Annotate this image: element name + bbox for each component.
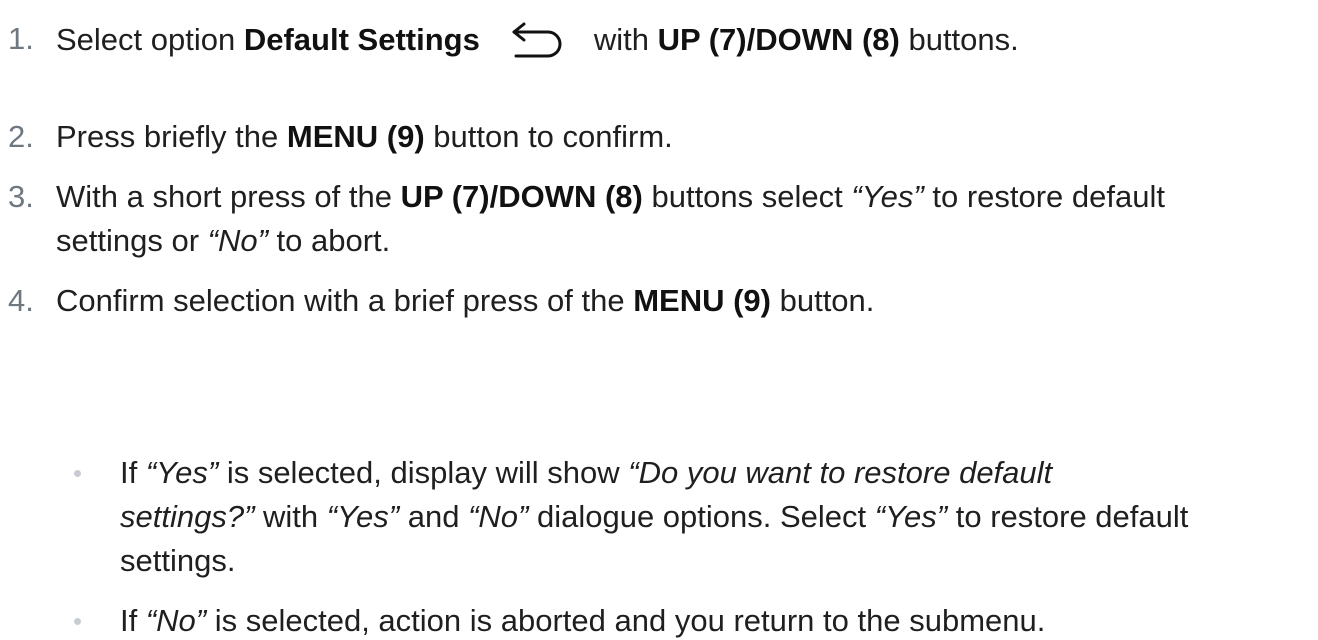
step-2: Press briefly the MENU (9) button to con… — [56, 119, 673, 154]
step-4: Confirm selection with a brief press of … — [56, 283, 875, 318]
note-1-line-3: settings. — [120, 543, 236, 578]
step-number: 1. — [8, 21, 34, 56]
button-name: MENU (9) — [633, 283, 771, 318]
option-no: “No” — [207, 223, 268, 258]
option-name: Default Settings — [243, 22, 480, 58]
step-3-line-2: settings or “No” to abort. — [56, 223, 391, 258]
step-number: 2. — [8, 119, 34, 154]
note-1-line-2: settings?” with “Yes” and “No” dialogue … — [120, 499, 1189, 534]
button-name: MENU (9) — [286, 119, 425, 154]
step-number: 4. — [8, 283, 34, 318]
step-number: 3. — [8, 179, 34, 214]
buttons-name: UP (7)/DOWN (8) — [657, 22, 900, 58]
buttons-name: UP (7)/DOWN (8) — [400, 179, 643, 214]
bullet-icon — [74, 470, 81, 477]
display-message: “Do you want to restore default — [628, 455, 1053, 490]
note-1-line-1: If “Yes” is selected, display will show … — [120, 455, 1053, 490]
note-2: If “No” is selected, action is aborted a… — [120, 603, 1046, 638]
back-arrow-icon — [510, 17, 566, 61]
option-yes: “Yes” — [851, 179, 924, 214]
bullet-icon — [74, 618, 81, 625]
step-3-line-1: With a short press of the UP (7)/DOWN (8… — [56, 179, 1165, 214]
step-1: Select option Default Settings with UP (7… — [56, 20, 1019, 64]
